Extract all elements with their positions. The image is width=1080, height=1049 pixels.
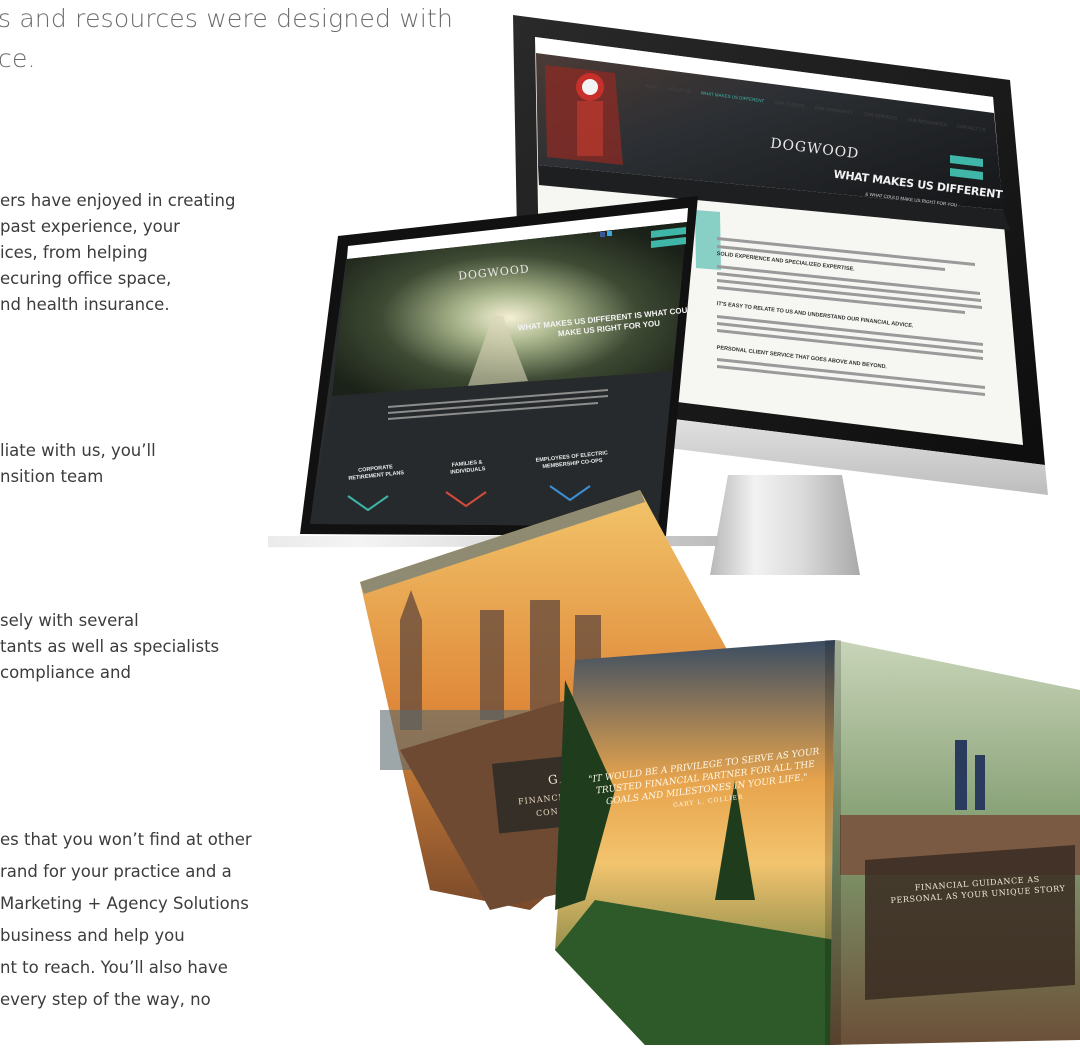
para4-line: Marketing + Agency Solutions [0,894,249,913]
para3-line: sely with several [0,611,139,630]
brochure-front-art [555,640,1080,1045]
para4-line: every step of the way, no [0,990,211,1009]
para1-line: nd health insurance. [0,295,170,314]
para1-line: ers have enjoyed in creating [0,191,236,210]
para4-line: business and help you [0,926,185,945]
para4-line: rand for your practice and a [0,862,232,881]
brochure-front: "IT WOULD BE A PRIVILEGE TO SERVE AS YOU… [535,640,1080,1045]
para2-line: nsition team [0,467,104,486]
para1-line: ecuring office space, [0,269,172,288]
para4-line: nt to reach. You’ll also have [0,958,228,977]
para3-line: compliance and [0,663,131,682]
para2-line: liate with us, you’ll [0,441,156,460]
para1-line: past experience, your [0,217,180,236]
para1-line: ices, from helping [0,243,148,262]
lead-line-1: s and resources were designed with [0,4,454,33]
para4-line: es that you won’t find at other [0,830,252,849]
lead-line-2: ce. [0,44,36,73]
para3-line: tants as well as specialists [0,637,220,656]
